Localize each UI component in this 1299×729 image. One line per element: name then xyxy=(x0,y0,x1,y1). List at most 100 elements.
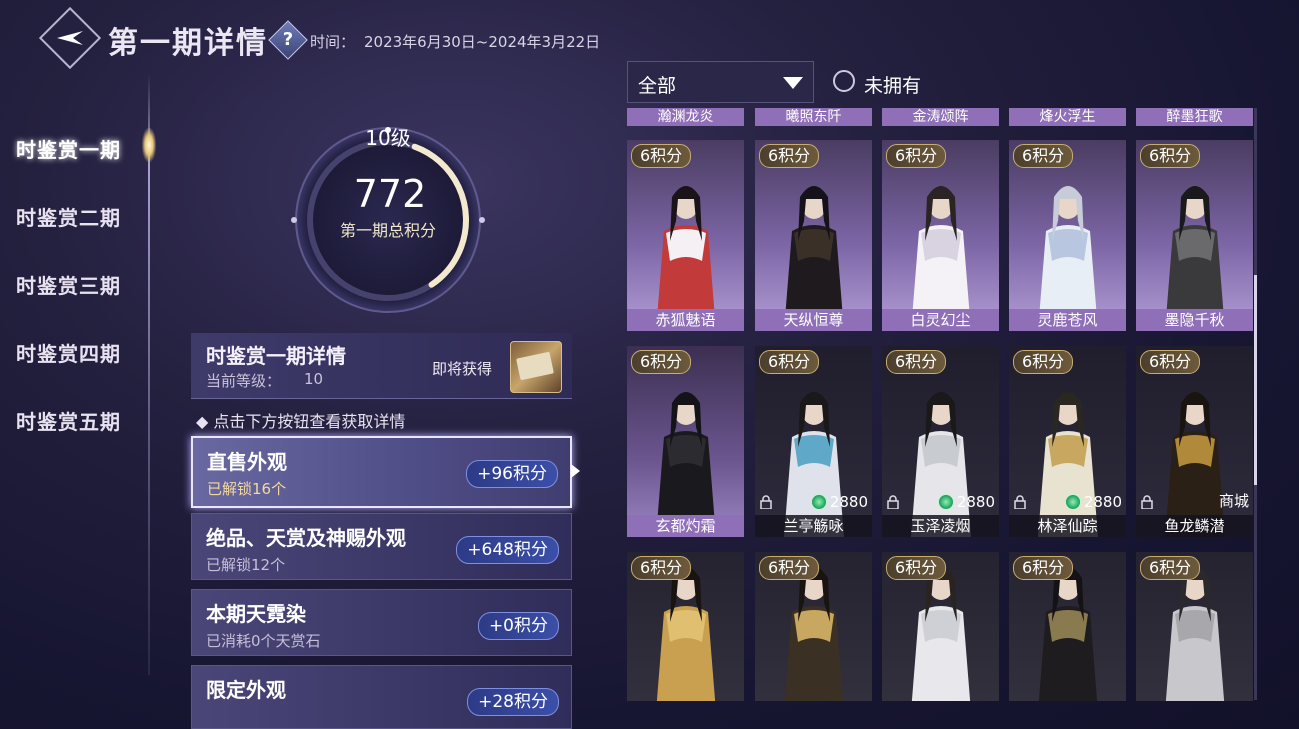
outfit-card[interactable]: 6积分 xyxy=(627,552,744,701)
not-owned-radio[interactable] xyxy=(833,70,855,92)
character-portrait xyxy=(655,392,716,537)
outfit-grid[interactable]: 瀚渊龙炎 曦照东阡 金涛颂阵 烽火浮生 醉墨狂歌 6积分 赤狐魅语 6积分 天纵恒尊 xyxy=(627,108,1253,701)
category-title: 限定外观 xyxy=(206,678,286,702)
points-tag: 6积分 xyxy=(1013,556,1074,580)
period-value: 2023年6月30日~2024年3月22日 xyxy=(364,33,601,51)
character-portrait xyxy=(1037,392,1098,537)
points-tag: 6积分 xyxy=(886,144,947,168)
outfit-name: 赤狐魅语 xyxy=(627,309,744,331)
outfit-name: 白灵幻尘 xyxy=(882,309,999,331)
jade-icon xyxy=(810,494,827,510)
character-portrait xyxy=(1037,186,1098,331)
current-level-value: 10 xyxy=(304,370,324,388)
points-tag: 6积分 xyxy=(1013,144,1074,168)
points-badge: +0积分 xyxy=(477,612,559,640)
hint-text: ◆ 点击下方按钮查看获取详情 xyxy=(196,412,406,431)
question-icon[interactable]: ? xyxy=(268,20,308,60)
jade-icon xyxy=(937,494,954,510)
current-level-label: 当前等级： xyxy=(206,372,282,390)
outfit-name-strip[interactable]: 曦照东阡 xyxy=(755,108,872,126)
points-tag: 6积分 xyxy=(886,350,947,374)
level-label: 10级 xyxy=(365,126,411,150)
outfit-name: 玉泽凌烟 xyxy=(882,515,999,537)
outfit-card[interactable]: 6积分 赤狐魅语 xyxy=(627,140,744,331)
price-value: 2880 xyxy=(1083,493,1122,511)
filter-dropdown[interactable]: 全部 xyxy=(627,61,814,103)
character-portrait xyxy=(655,186,716,331)
category-dye[interactable]: 本期天霓染 已消耗0个天赏石 +0积分 xyxy=(191,589,572,656)
outfit-card[interactable]: 6积分 xyxy=(755,552,872,701)
not-owned-label: 未拥有 xyxy=(864,75,922,97)
character-portrait xyxy=(783,392,844,537)
outfit-card[interactable]: 6积分 xyxy=(1136,552,1253,701)
back-button[interactable] xyxy=(38,6,102,70)
total-score: 772 xyxy=(353,172,427,216)
outfit-card[interactable]: 6积分 2880 兰亭觞咏 xyxy=(755,346,872,537)
outfit-name: 墨隐千秋 xyxy=(1136,309,1253,331)
points-tag: 6积分 xyxy=(759,350,820,374)
points-badge: +96积分 xyxy=(466,460,558,488)
outfit-name-strip[interactable]: 瀚渊龙炎 xyxy=(627,108,744,126)
price-value: 2880 xyxy=(956,493,995,511)
nav-active-glow xyxy=(142,128,156,162)
nav-item-period-3[interactable]: 时鉴赏三期 xyxy=(16,270,121,299)
outfit-card[interactable]: 6积分 玄都灼霜 xyxy=(627,346,744,537)
outfit-card[interactable]: 6积分 xyxy=(1009,552,1126,701)
price: 2880 xyxy=(1064,493,1122,511)
category-title: 直售外观 xyxy=(207,450,287,474)
outfit-name: 灵鹿苍风 xyxy=(1009,309,1126,331)
nav-item-period-5[interactable]: 时鉴赏五期 xyxy=(16,406,121,435)
filter-selected: 全部 xyxy=(638,75,677,97)
chevron-down-icon xyxy=(783,77,803,89)
total-score-label: 第一期总积分 xyxy=(339,221,436,240)
lock-icon xyxy=(1141,495,1153,509)
period-label: 时间： xyxy=(310,33,356,51)
outfit-card[interactable]: 6积分 2880 林泽仙踪 xyxy=(1009,346,1126,537)
outfit-card[interactable]: 6积分 白灵幻尘 xyxy=(882,140,999,331)
outfit-name: 兰亭觞咏 xyxy=(755,515,872,537)
upcoming-reward-item[interactable] xyxy=(510,341,562,393)
category-direct-sale[interactable]: 直售外观 已解锁16个 +96积分 xyxy=(191,436,572,508)
points-tag: 6积分 xyxy=(759,144,820,168)
active-pointer-icon xyxy=(571,464,580,478)
outfit-card[interactable]: 6积分 xyxy=(882,552,999,701)
points-tag: 6积分 xyxy=(1140,350,1201,374)
lock-icon xyxy=(1014,495,1026,509)
points-tag: 6积分 xyxy=(886,556,947,580)
outfit-name-strip[interactable]: 烽火浮生 xyxy=(1009,108,1126,126)
character-portrait xyxy=(1164,186,1225,331)
outfit-card[interactable]: 6积分 2880 玉泽凌烟 xyxy=(882,346,999,537)
points-tag: 6积分 xyxy=(1013,350,1074,374)
points-tag: 6积分 xyxy=(1140,144,1201,168)
points-tag: 6积分 xyxy=(1140,556,1201,580)
jade-icon xyxy=(1064,494,1081,510)
category-premium[interactable]: 绝品、天赏及神赐外观 已解锁12个 +648积分 xyxy=(191,513,572,580)
outfit-card[interactable]: 6积分 墨隐千秋 xyxy=(1136,140,1253,331)
outfit-name-strip[interactable]: 醉墨狂歌 xyxy=(1136,108,1253,126)
category-title: 绝品、天赏及神赐外观 xyxy=(206,526,406,550)
outfit-name: 鱼龙鳞潜 xyxy=(1136,515,1253,537)
outfit-name-strip[interactable]: 金涛颂阵 xyxy=(882,108,999,126)
outfit-name: 林泽仙踪 xyxy=(1009,515,1126,537)
nav-item-period-4[interactable]: 时鉴赏四期 xyxy=(16,338,121,367)
points-tag: 6积分 xyxy=(759,556,820,580)
nav-item-period-1[interactable]: 时鉴赏一期 xyxy=(16,134,121,163)
detail-title: 时鉴赏一期详情 xyxy=(206,344,346,368)
points-tag: 6积分 xyxy=(631,556,692,580)
category-title: 本期天霓染 xyxy=(206,602,306,626)
lock-icon xyxy=(760,495,772,509)
character-portrait xyxy=(910,186,971,331)
page-title: 第一期详情 xyxy=(108,26,268,61)
outfit-name: 玄都灼霜 xyxy=(627,515,744,537)
scrollbar-thumb[interactable] xyxy=(1254,275,1257,485)
lock-icon xyxy=(887,495,899,509)
nav-item-period-2[interactable]: 时鉴赏二期 xyxy=(16,202,121,231)
outfit-card[interactable]: 6积分 天纵恒尊 xyxy=(755,140,872,331)
nav-divider xyxy=(148,75,150,675)
category-limited[interactable]: 限定外观 +28积分 xyxy=(191,665,572,729)
character-portrait xyxy=(910,392,971,537)
outfit-card[interactable]: 6积分 灵鹿苍风 xyxy=(1009,140,1126,331)
outfit-card[interactable]: 6积分 商城 鱼龙鳞潜 xyxy=(1136,346,1253,537)
character-portrait xyxy=(1164,392,1225,537)
outfit-name: 天纵恒尊 xyxy=(755,309,872,331)
